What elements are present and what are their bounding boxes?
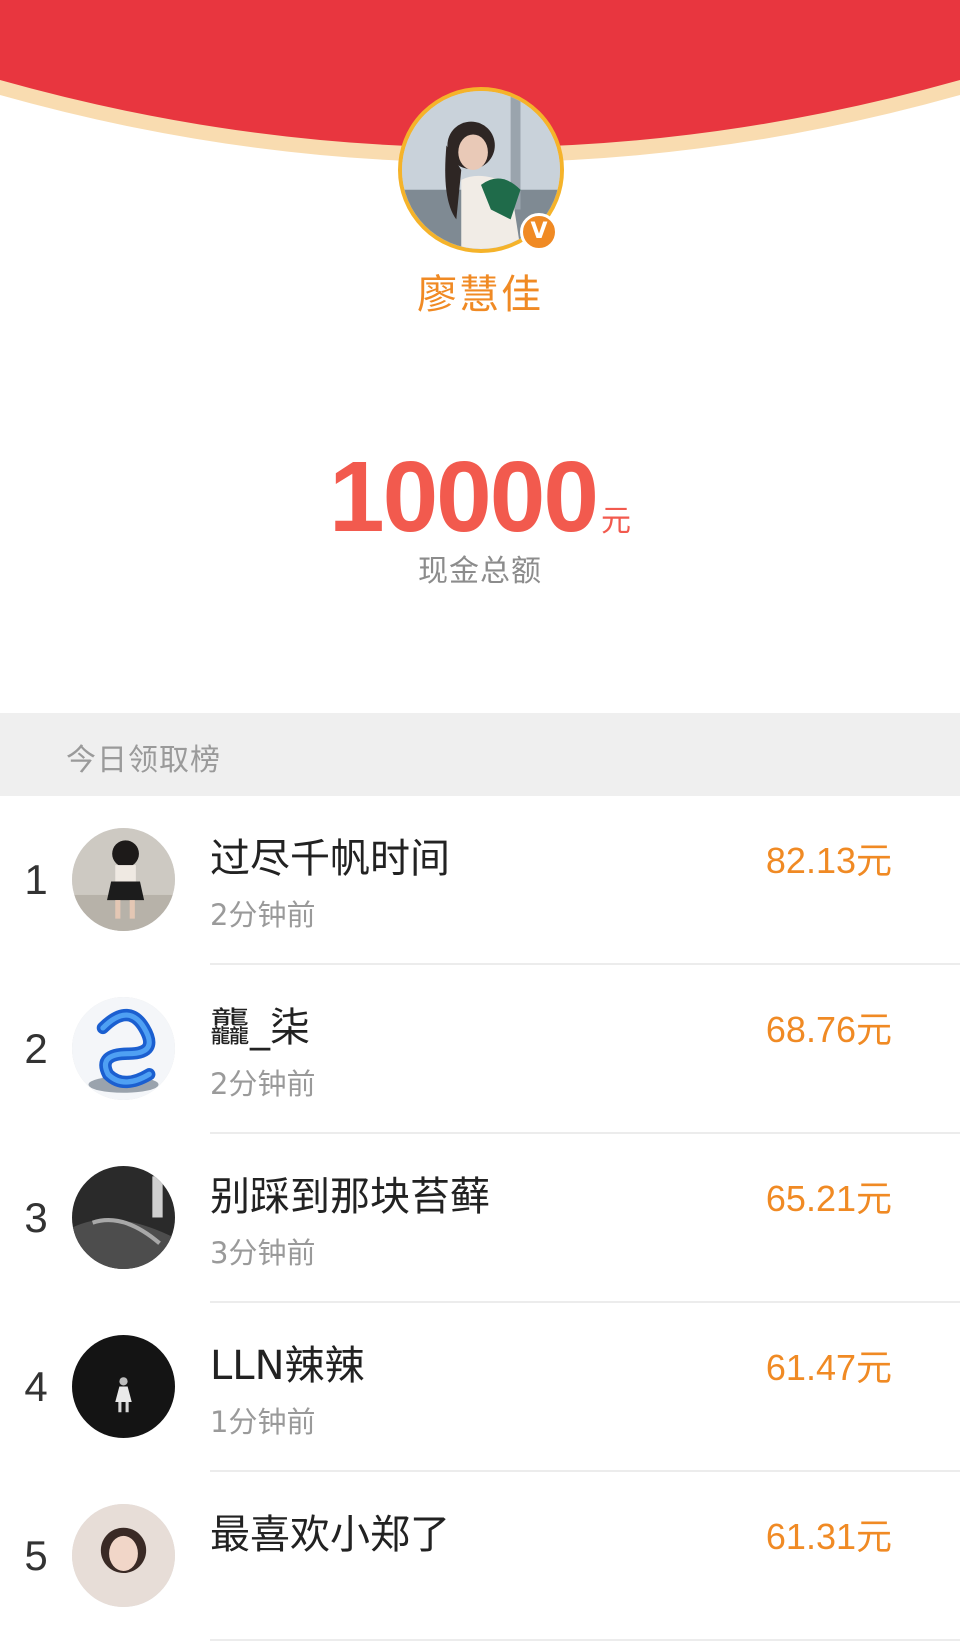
leaderboard-row[interactable]: 4 LLN辣辣 1分钟前 61.47元 — [0, 1303, 960, 1472]
user-name[interactable]: 过尽千帆时间 — [210, 826, 450, 884]
rank-number: 3 — [24, 1194, 48, 1241]
leaderboard-list: 1 过尽千帆时间 2分钟前 82.13元 2 龘_柒 2分钟前 68.76元 3… — [0, 796, 960, 1641]
profile-name[interactable]: 廖慧佳 — [0, 262, 960, 320]
leaderboard-row[interactable]: 2 龘_柒 2分钟前 68.76元 — [0, 965, 960, 1134]
claim-time: 2分钟前 — [210, 898, 316, 932]
claim-amount: 61.31元 — [765, 1516, 892, 1557]
leaderboard-title: 今日领取榜 — [66, 743, 221, 778]
avatar-image — [72, 997, 175, 1100]
avatar-image — [72, 1504, 175, 1607]
user-name[interactable]: 最喜欢小郑了 — [210, 1502, 450, 1560]
user-avatar[interactable] — [72, 997, 175, 1100]
verified-v-icon: V — [520, 213, 558, 251]
user-avatar[interactable] — [72, 828, 175, 931]
leaderboard-header: 今日领取榜 — [0, 713, 960, 796]
user-avatar[interactable] — [72, 1335, 175, 1438]
cash-total-unit: 元 — [601, 504, 632, 539]
claim-time: 2分钟前 — [210, 1067, 316, 1101]
leaderboard-row[interactable]: 5 最喜欢小郑了 61.31元 — [0, 1472, 960, 1641]
user-avatar[interactable] — [72, 1504, 175, 1607]
claim-amount: 68.76元 — [765, 1009, 892, 1050]
leaderboard-row[interactable]: 3 别踩到那块苔藓 3分钟前 65.21元 — [0, 1134, 960, 1303]
leaderboard-row[interactable]: 1 过尽千帆时间 2分钟前 82.13元 — [0, 796, 960, 965]
claim-amount: 82.13元 — [765, 840, 892, 881]
cash-total: 10000 元 — [0, 440, 960, 555]
rank-number: 5 — [24, 1532, 48, 1579]
claim-amount: 65.21元 — [765, 1178, 892, 1219]
rank-number: 4 — [24, 1363, 48, 1410]
user-name[interactable]: 别踩到那块苔藓 — [210, 1164, 490, 1222]
user-name[interactable]: LLN辣辣 — [210, 1333, 365, 1391]
rank-number: 1 — [24, 856, 48, 903]
avatar-image — [72, 828, 175, 931]
user-name[interactable]: 龘_柒 — [210, 995, 310, 1053]
user-avatar[interactable] — [72, 1166, 175, 1269]
avatar-image — [72, 1166, 175, 1269]
claim-time: 1分钟前 — [210, 1405, 316, 1439]
claim-amount: 61.47元 — [765, 1347, 892, 1388]
cash-total-label: 现金总额 — [418, 554, 542, 589]
rank-number: 2 — [24, 1025, 48, 1072]
cash-total-amount: 10000 — [328, 441, 599, 553]
claim-time: 3分钟前 — [210, 1236, 316, 1270]
avatar-image — [72, 1335, 175, 1438]
